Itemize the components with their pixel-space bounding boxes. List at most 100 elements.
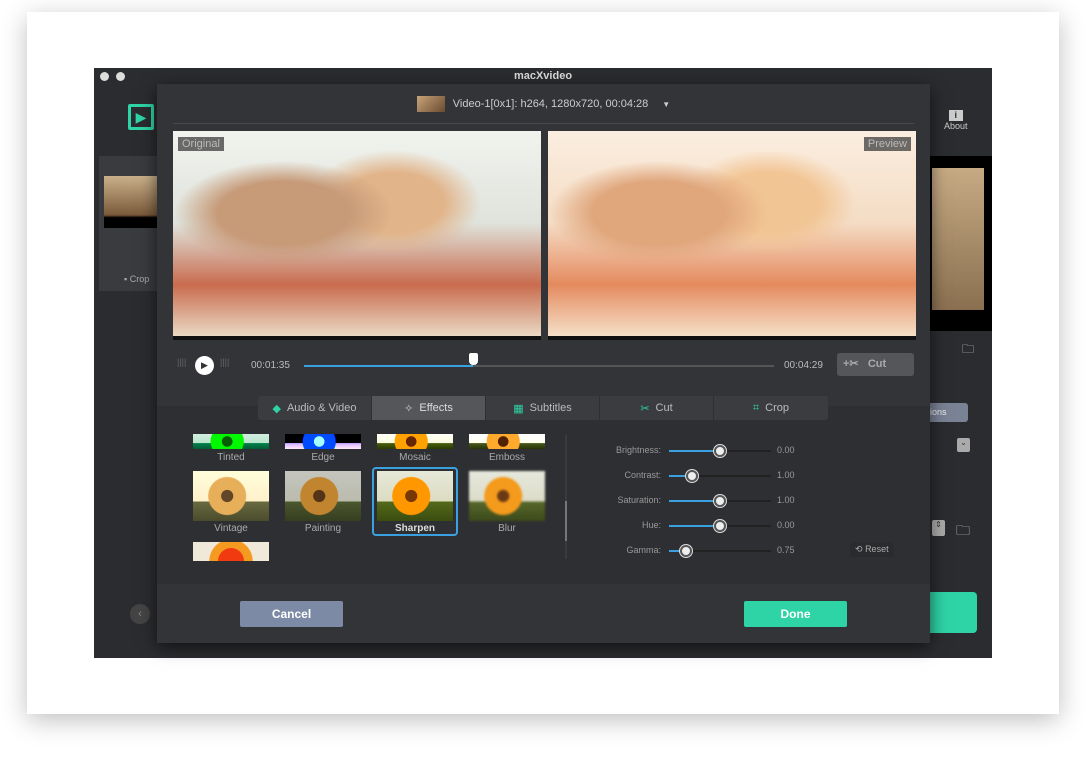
- effect-thumbnail-painting[interactable]: [285, 471, 361, 521]
- seek-progress: [304, 365, 474, 367]
- slider-value: 0.00: [777, 520, 795, 530]
- tab-subtitles[interactable]: ▦ Subtitles: [486, 396, 600, 420]
- slider-value: 1.00: [777, 470, 795, 480]
- effect-label: Sharpen: [394, 523, 435, 534]
- video-list-item[interactable]: ▪ Crop: [99, 156, 159, 291]
- video-thumb-icon: [416, 96, 445, 112]
- reset-button[interactable]: ⟲ Reset: [850, 542, 894, 557]
- tab-label: Effects: [419, 402, 453, 414]
- cut-label: Cut: [867, 358, 887, 370]
- title-bar: macXvideo: [94, 68, 992, 84]
- forward-icon[interactable]: ||||: [220, 357, 229, 367]
- effect-label: Vintage: [214, 523, 248, 534]
- tab-label: Subtitles: [529, 402, 572, 414]
- slider-gamma[interactable]: Gamma: 0.75: [577, 544, 877, 558]
- cut-button[interactable]: +✂ Cut: [837, 353, 914, 376]
- effect-thumbnail-partial[interactable]: [193, 542, 269, 561]
- seek-handle[interactable]: [469, 353, 479, 365]
- slider-fill: [669, 450, 720, 452]
- effect-label: Painting: [304, 523, 342, 534]
- video-selector[interactable]: Video-1[0x1]: h264, 1280x720, 00:04:28 ▼: [157, 84, 930, 124]
- slider-brightness[interactable]: Brightness: 0.00: [577, 444, 877, 458]
- dropdown-chevron-icon[interactable]: ⌄: [957, 438, 970, 452]
- slider-label: Gamma:: [626, 545, 661, 555]
- slider-saturation[interactable]: Saturation: 1.00: [577, 494, 877, 508]
- slider-knob[interactable]: [686, 470, 699, 482]
- original-label: Original: [178, 137, 224, 151]
- effect-thumbnail-emboss[interactable]: [469, 434, 545, 449]
- slider-value: 0.75: [777, 545, 795, 555]
- done-button[interactable]: Done: [744, 601, 847, 627]
- tab-audio-video[interactable]: ◆ Audio & Video: [258, 396, 372, 420]
- slider-track[interactable]: [669, 545, 771, 557]
- crop-label: Crop: [129, 274, 150, 284]
- effect-thumbnail-mosaic[interactable]: [377, 434, 453, 449]
- options-button[interactable]: ions: [930, 403, 968, 422]
- slider-label: Brightness:: [615, 445, 661, 455]
- about-label: About: [944, 121, 968, 131]
- rewind-icon[interactable]: ||||: [177, 357, 186, 367]
- total-time: 00:04:29: [784, 360, 823, 371]
- effect-thumbnail-vintage[interactable]: [193, 471, 269, 521]
- effect-label: Tinted: [217, 452, 245, 463]
- preview-thumbnail: [932, 168, 984, 310]
- preview-label: Preview: [863, 137, 911, 151]
- video-selector-label: Video-1[0x1]: h264, 1280x720, 00:04:28: [452, 98, 649, 110]
- options-label: ions: [930, 407, 947, 417]
- slider-fill: [669, 525, 720, 527]
- add-video-icon[interactable]: ▶: [128, 104, 154, 130]
- audio-video-icon: ◆: [272, 402, 281, 415]
- video-thumbnail: [104, 176, 159, 228]
- slider-knob[interactable]: [714, 520, 726, 532]
- tab-label: Audio & Video: [286, 402, 357, 414]
- magic-wand-icon: ✧: [404, 402, 414, 415]
- window-title: macXvideo: [513, 70, 573, 82]
- effects-dialog: Video-1[0x1]: h264, 1280x720, 00:04:28 ▼…: [157, 84, 930, 643]
- info-icon: i: [948, 110, 963, 121]
- effect-label: Edge: [311, 452, 335, 463]
- divider: [173, 123, 914, 124]
- output-folder-icon[interactable]: 🗀: [956, 520, 970, 544]
- tab-crop[interactable]: ⌗ Crop: [714, 396, 828, 420]
- slider-track[interactable]: [669, 520, 771, 532]
- effect-thumbnail-tinted[interactable]: [193, 434, 269, 449]
- folder-icon[interactable]: 🗀: [962, 340, 974, 361]
- slider-knob[interactable]: [714, 445, 726, 457]
- slider-label: Saturation:: [617, 495, 661, 505]
- effect-label: Emboss: [488, 452, 526, 463]
- scissors-icon: +✂: [843, 358, 859, 370]
- subtitles-icon: ▦: [513, 402, 524, 415]
- slider-track[interactable]: [669, 470, 771, 482]
- tab-label: Cut: [655, 402, 673, 414]
- original-video: Original: [173, 131, 541, 340]
- effect-thumbnail-edge[interactable]: [285, 434, 361, 449]
- reset-label: Reset: [865, 544, 889, 554]
- slider-track[interactable]: [669, 495, 771, 507]
- effect-label: Mosaic: [399, 452, 431, 463]
- slider-track[interactable]: [669, 445, 771, 457]
- about-button[interactable]: i About: [944, 110, 968, 131]
- slider-knob[interactable]: [680, 545, 693, 557]
- slider-label: Hue:: [641, 520, 661, 530]
- slider-fill: [669, 500, 720, 502]
- play-button[interactable]: ▶: [195, 356, 214, 375]
- tab-effects[interactable]: ✧ Effects: [372, 396, 486, 420]
- reset-icon: ⟲: [855, 544, 863, 554]
- slider-contrast[interactable]: Contrast: 1.00: [577, 469, 877, 483]
- tab-bar: ◆ Audio & Video ✧ Effects ▦ Subtitles ✂ Cut …: [258, 396, 828, 420]
- cancel-button[interactable]: Cancel: [240, 601, 343, 627]
- close-window-button[interactable]: [100, 72, 109, 81]
- seek-bar[interactable]: [304, 353, 774, 367]
- tab-cut[interactable]: ✂ Cut: [600, 396, 714, 420]
- slider-knob[interactable]: [714, 495, 726, 507]
- run-button[interactable]: [930, 592, 977, 633]
- stepper-icon[interactable]: ⇕: [932, 520, 945, 536]
- back-arrow-icon[interactable]: ‹: [130, 604, 150, 624]
- slider-label: Contrast:: [624, 470, 661, 480]
- chevron-down-icon: ▼: [662, 99, 671, 109]
- effect-thumbnail-blur[interactable]: [469, 471, 545, 521]
- scissors-icon: ✂: [640, 402, 650, 415]
- preview-video: Preview: [548, 131, 916, 340]
- minimize-window-button[interactable]: [116, 72, 125, 81]
- slider-hue[interactable]: Hue: 0.00: [577, 519, 877, 533]
